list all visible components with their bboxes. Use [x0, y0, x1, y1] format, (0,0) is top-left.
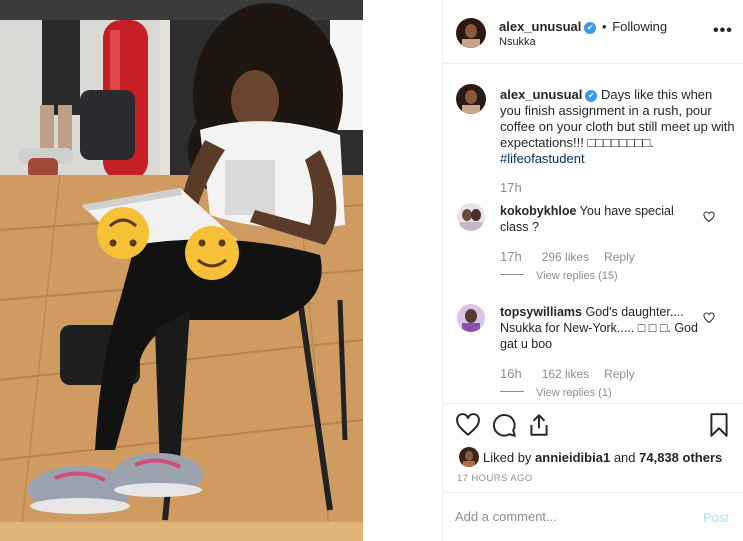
comment-time[interactable]: 17h	[500, 249, 522, 264]
caption-hashtag[interactable]: #lifeofastudent	[500, 151, 585, 166]
liked-by-others[interactable]: 74,838 others	[639, 450, 722, 465]
post-timestamp[interactable]: 17 HOURS AGO	[457, 473, 533, 484]
share-icon[interactable]	[526, 412, 552, 438]
caption-time[interactable]: 17h	[500, 180, 522, 195]
comment-username[interactable]: topsywilliams	[500, 305, 582, 319]
author-avatar[interactable]	[456, 18, 486, 48]
liked-by-and: and	[613, 450, 636, 465]
comment-meta: 17h 296 likes Reply	[500, 249, 635, 264]
comment-username[interactable]: kokobykhloe	[500, 204, 576, 218]
heart-icon[interactable]	[455, 412, 481, 438]
liked-by-prefix: Liked by	[483, 450, 532, 465]
caption-username[interactable]: alex_unusual	[500, 87, 582, 102]
post-actions: Liked by annieidibia1 and 74,838 others …	[443, 403, 743, 491]
comment-text-block: kokobykhloe You have special class ?	[500, 203, 705, 235]
view-replies-label: View replies (15)	[536, 270, 618, 282]
bookmark-icon[interactable]	[706, 412, 732, 438]
photo-illustration	[0, 0, 363, 541]
comment-meta: 16h 162 likes Reply	[500, 366, 635, 381]
comment-icon[interactable]	[491, 412, 517, 438]
add-comment-input[interactable]	[455, 509, 685, 524]
comment-likes[interactable]: 162 likes	[542, 367, 589, 381]
author-username[interactable]: alex_unusual	[499, 19, 581, 34]
separator-dot: •	[602, 19, 607, 34]
caption-author-avatar[interactable]	[456, 84, 486, 114]
comment-time[interactable]: 16h	[500, 366, 522, 381]
liked-by-line: Liked by annieidibia1 and 74,838 others	[459, 447, 722, 467]
view-replies-button[interactable]: View replies (1)	[500, 387, 612, 399]
liked-by-user[interactable]: annieidibia1	[535, 450, 610, 465]
replies-divider-line	[500, 391, 524, 392]
comments-section[interactable]: alex_unusual ✔ Days like this when you fi…	[443, 65, 743, 403]
caption-verified-badge-icon: ✔	[585, 90, 598, 102]
comment-avatar[interactable]	[457, 304, 485, 332]
comment-text-block: topsywilliams God's daughter.... Nsukka …	[500, 304, 705, 352]
post-caption: alex_unusual ✔ Days like this when you fi…	[500, 87, 736, 167]
comment-like-heart-icon[interactable]	[703, 211, 715, 223]
post-location[interactable]: Nsukka	[499, 36, 536, 48]
upside-down-face-emoji	[97, 207, 149, 259]
smiling-face-emoji	[185, 226, 239, 280]
liker-avatar[interactable]	[459, 447, 479, 467]
verified-badge-icon: ✔	[584, 22, 597, 34]
post-details-panel: alex_unusual ✔ • Following Nsukka ••• ale…	[442, 0, 743, 541]
post-header: alex_unusual ✔ • Following Nsukka •••	[443, 0, 743, 64]
comment-reply-button[interactable]: Reply	[604, 250, 635, 264]
post-photo[interactable]	[0, 0, 363, 541]
following-button[interactable]: Following	[612, 19, 667, 34]
comment-reply-button[interactable]: Reply	[604, 367, 635, 381]
post-comment-button[interactable]: Post	[703, 510, 729, 525]
comment-like-heart-icon[interactable]	[703, 312, 715, 324]
author-line: alex_unusual ✔ • Following	[499, 19, 667, 34]
comment-likes[interactable]: 296 likes	[542, 250, 589, 264]
view-replies-label: View replies (1)	[536, 387, 612, 399]
add-comment-bar: Post	[443, 492, 743, 541]
view-replies-button[interactable]: View replies (15)	[500, 270, 618, 282]
more-options-icon[interactable]: •••	[713, 22, 733, 40]
comment-avatar[interactable]	[457, 203, 485, 231]
replies-divider-line	[500, 274, 524, 275]
